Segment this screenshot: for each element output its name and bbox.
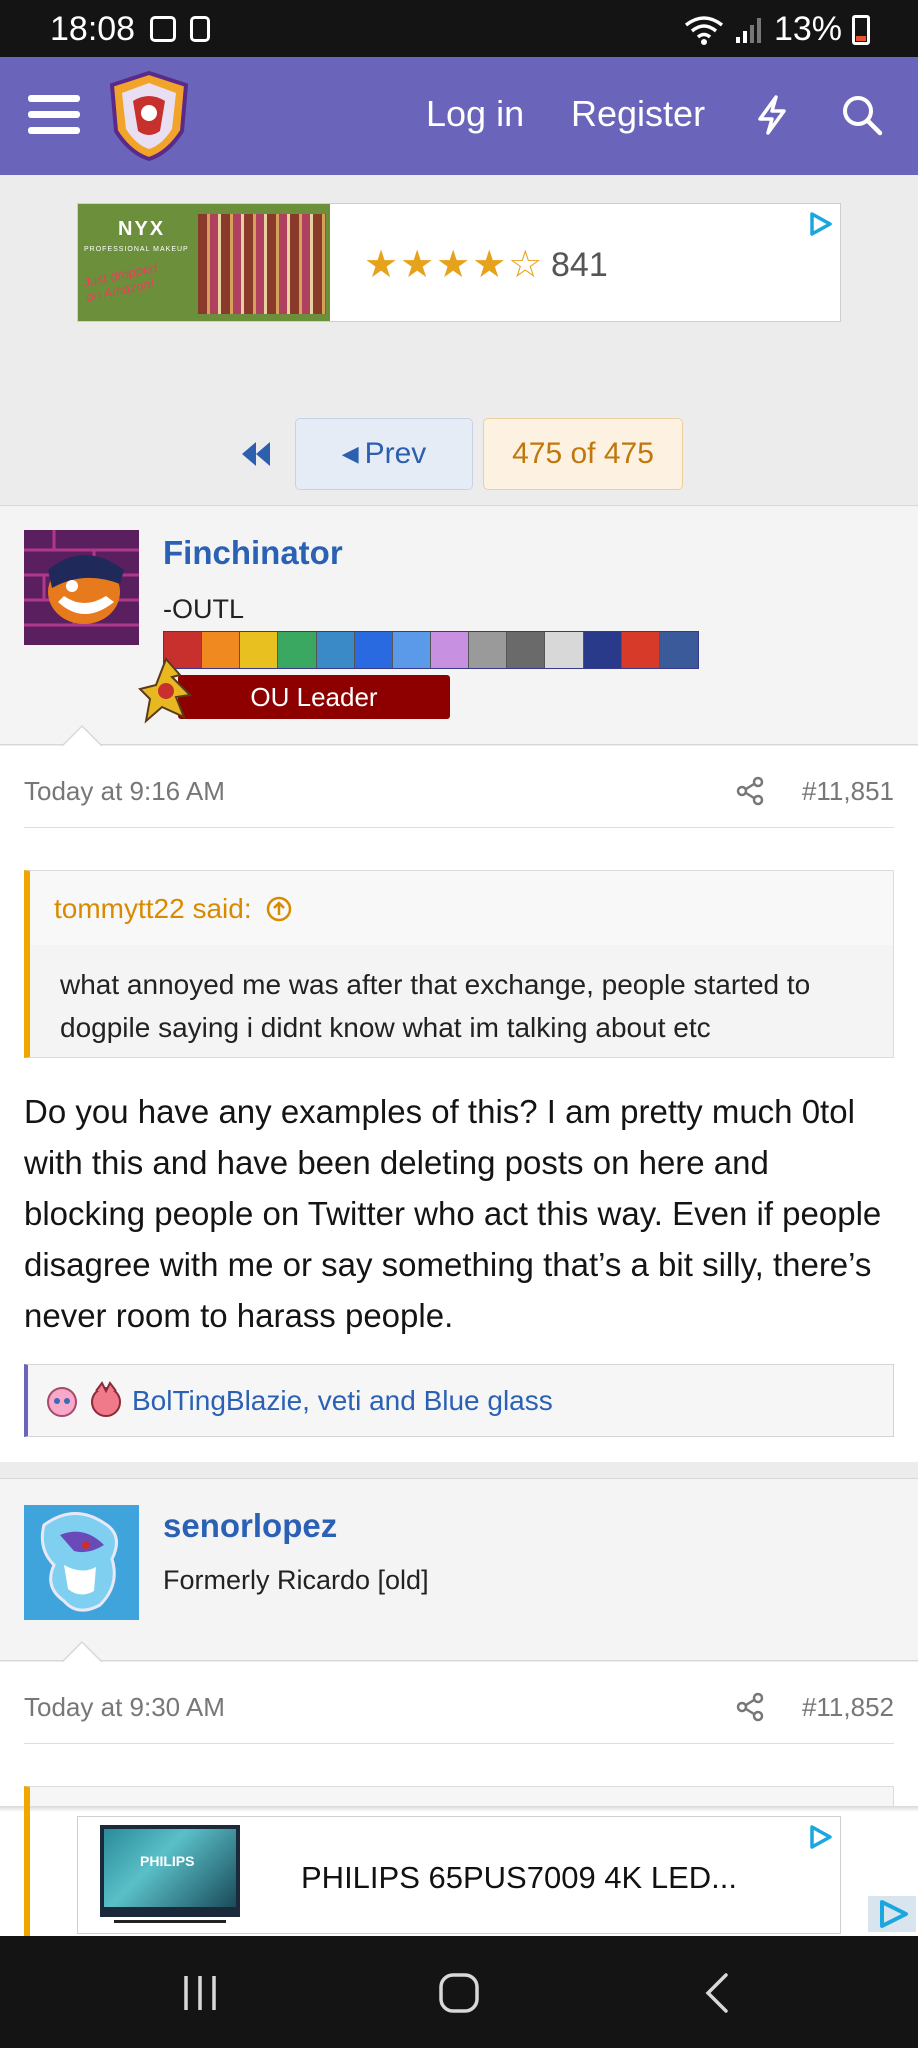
battery-icon: [852, 14, 870, 45]
home-icon[interactable]: [438, 1972, 480, 2014]
quote-author-link[interactable]: tommytt22 said:: [54, 893, 293, 925]
prev-page-button[interactable]: ◀ Prev: [295, 418, 473, 490]
username-link[interactable]: senorlopez: [163, 1507, 337, 1545]
battery-percent: 13%: [773, 10, 842, 48]
post-1: Today at 9:16 AM #11,851 tommytt22 said:…: [0, 724, 918, 1462]
pokemon-sprite: [138, 657, 193, 724]
ad-choices-icon[interactable]: [806, 1823, 834, 1851]
ad-info-button[interactable]: [868, 1896, 916, 1932]
post-date[interactable]: Today at 9:16 AM: [24, 776, 225, 807]
ad-title[interactable]: PHILIPS 65PUS7009 4K LED...: [301, 1860, 737, 1896]
ad-brand: NYX: [118, 218, 166, 240]
login-link[interactable]: Log in: [426, 93, 524, 135]
reaction-users[interactable]: BolTingBlazie, veti and Blue glass: [132, 1385, 553, 1417]
prev-label: Prev: [364, 437, 427, 470]
avatar[interactable]: [24, 1505, 139, 1620]
search-icon[interactable]: [838, 91, 886, 139]
ad-choices-icon[interactable]: [806, 210, 834, 238]
post-user-header: senorlopez Formerly Ricardo [old]: [0, 1478, 918, 1661]
post-meta: Today at 9:16 AM #11,851: [24, 754, 894, 828]
ad-info-icon: [880, 1900, 908, 1928]
back-icon[interactable]: [702, 1972, 732, 2014]
share-icon[interactable]: [736, 1692, 766, 1722]
user-banner-badges: [163, 631, 699, 669]
register-link[interactable]: Register: [571, 93, 705, 135]
post-number[interactable]: #11,851: [802, 776, 894, 807]
reactions-bar[interactable]: BolTingBlazie, veti and Blue glass: [24, 1364, 894, 1437]
first-page-icon[interactable]: [236, 438, 276, 470]
user-title: Formerly Ricardo [old]: [163, 1565, 429, 1595]
post-number[interactable]: #11,852: [802, 1692, 894, 1723]
ad-brand-sub: PROFESSIONAL MAKEUP: [84, 246, 189, 253]
post-2: Today at 9:30 AM #11,852 Fi D: [0, 1640, 918, 1986]
quote-block: tommytt22 said: what annoyed me was afte…: [24, 870, 894, 1058]
ad-tv-image: PHILIPS: [100, 1825, 240, 1923]
status-time: 18:08: [50, 10, 136, 48]
avatar[interactable]: [24, 530, 139, 645]
ad-card[interactable]: PHILIPS PHILIPS 65PUS7009 4K LED...: [77, 1816, 841, 1934]
page-indicator[interactable]: 475 of 475: [483, 418, 683, 490]
ad-tv-brand: PHILIPS: [140, 1853, 195, 1869]
username-link[interactable]: Finchinator: [163, 534, 343, 572]
ad-tagline: Just dropped on Amazon!: [81, 259, 159, 305]
post-date[interactable]: Today at 9:30 AM: [24, 1692, 225, 1723]
post-arrow: [62, 724, 102, 746]
top-nav-bar: Log in Register: [0, 57, 918, 175]
wifi-icon: [684, 15, 724, 45]
avatar-image: [24, 530, 139, 645]
ad-rating-stars: ★★★★☆: [364, 244, 545, 286]
goto-quote-icon[interactable]: [265, 895, 293, 923]
top-advertisement[interactable]: NYX PROFESSIONAL MAKEUP Just dropped on …: [77, 203, 841, 322]
post-arrow: [62, 1640, 102, 1662]
rank-badge: OU Leader: [178, 675, 450, 719]
gallery-notification-icon: [150, 16, 176, 42]
status-bar: 18:08 13%: [0, 0, 918, 57]
menu-icon[interactable]: [28, 95, 80, 135]
recent-apps-icon[interactable]: [180, 1974, 220, 2012]
whats-new-bolt-icon[interactable]: [748, 91, 796, 139]
reaction-pokemon-icon: [91, 1381, 121, 1417]
ad-rating-count: 841: [551, 246, 608, 284]
caret-left-icon: ◀: [341, 441, 359, 466]
ad-product-image: NYX PROFESSIONAL MAKEUP Just dropped on …: [78, 204, 330, 321]
bottom-advertisement[interactable]: PHILIPS PHILIPS 65PUS7009 4K LED...: [0, 1806, 918, 1936]
system-navigation-bar: [0, 1936, 918, 2048]
reaction-jigglypuff-icon: [47, 1387, 77, 1417]
quote-text: what annoyed me was after that exchange,…: [30, 945, 893, 1057]
user-title: -OUTL: [163, 594, 244, 624]
alert-notification-icon: [190, 16, 210, 42]
avatar-image: [24, 1505, 139, 1620]
post-message: Do you have any examples of this? I am p…: [24, 1093, 882, 1334]
site-logo[interactable]: [108, 71, 190, 161]
post-meta: Today at 9:30 AM #11,852: [24, 1670, 894, 1744]
signal-icon: [735, 17, 761, 43]
ad-lip-pencils: [198, 214, 326, 314]
share-icon[interactable]: [736, 776, 766, 806]
